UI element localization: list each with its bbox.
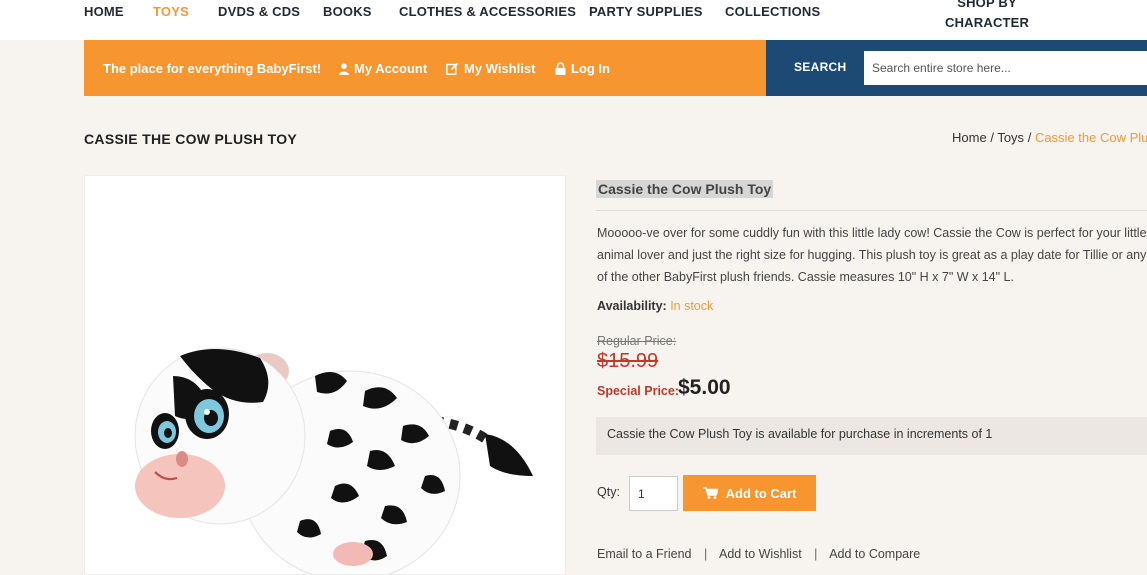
my-wishlist-link[interactable]: My Wishlist: [446, 61, 535, 76]
action-separator: |: [814, 547, 818, 561]
user-icon: [339, 62, 349, 75]
add-to-cart-label: Add to Cart: [725, 485, 797, 501]
page-title: CASSIE THE COW PLUSH TOY: [84, 131, 298, 147]
breadcrumb-current: Cassie the Cow Plush Toy: [1034, 130, 1147, 145]
add-wishlist-link[interactable]: Add to Wishlist: [719, 547, 802, 561]
product-description: Mooooo-ve over for some cuddly fun with …: [597, 226, 1147, 284]
my-wishlist-label: My Wishlist: [464, 61, 536, 76]
my-account-link[interactable]: My Account: [339, 61, 427, 76]
add-to-cart-button[interactable]: Add to Cart: [683, 475, 816, 511]
product-name: Cassie the Cow Plush Toy: [596, 180, 774, 198]
nav-shop-by-line2: CHARACTER: [945, 15, 1030, 30]
special-price: $5.00: [678, 376, 731, 399]
regular-price: $15.99: [597, 350, 659, 372]
divider: [596, 210, 1147, 211]
nav-collections[interactable]: COLLECTIONS: [725, 4, 820, 19]
nav-clothes-accessories[interactable]: CLOTHES & ACCESSORIES: [399, 4, 576, 19]
log-in-link[interactable]: Log In: [555, 61, 610, 76]
cart-icon: [702, 487, 718, 499]
nav-books[interactable]: BOOKS: [323, 4, 372, 19]
breadcrumb-separator: /: [990, 130, 994, 145]
regular-price-label: Regular Price:: [597, 334, 677, 348]
search-label: SEARCH: [794, 60, 847, 74]
nav-toys[interactable]: TOYS: [153, 4, 189, 19]
product-image-frame[interactable]: [84, 175, 566, 575]
breadcrumb: Home / Toys / Cassie the Cow Plush Toy: [952, 130, 1147, 145]
log-in-label: Log In: [571, 61, 610, 76]
nav-dvds-cds[interactable]: DVDS & CDS: [218, 4, 300, 19]
breadcrumb-home[interactable]: Home: [952, 130, 987, 145]
special-price-label: Special Price:: [597, 384, 679, 398]
search-input[interactable]: [864, 51, 1147, 85]
qty-label: Qty:: [597, 485, 620, 499]
product-actions: Email to a Friend | Add to Wishlist | Ad…: [597, 547, 920, 561]
availability-label: Availability:: [597, 299, 667, 313]
email-friend-link[interactable]: Email to a Friend: [597, 547, 691, 561]
my-account-label: My Account: [354, 61, 428, 76]
increment-notice: Cassie the Cow Plush Toy is available fo…: [596, 417, 1147, 455]
nav-shop-by-line1: SHOP BY: [957, 0, 1017, 10]
lock-icon: [555, 62, 566, 75]
qty-input[interactable]: [629, 476, 678, 511]
edit-icon: [446, 62, 459, 75]
top-navigation: HOME TOYS DVDS & CDS BOOKS CLOTHES & ACC…: [0, 0, 1147, 40]
add-compare-link[interactable]: Add to Compare: [829, 547, 920, 561]
breadcrumb-separator: /: [1027, 130, 1032, 145]
nav-home[interactable]: HOME: [84, 4, 124, 19]
store-tagline: The place for everything BabyFirst!: [103, 61, 322, 76]
availability-value: In stock: [670, 299, 714, 313]
nav-shop-by-character[interactable]: SHOP BY CHARACTER: [945, 0, 1029, 33]
action-separator: |: [703, 547, 708, 561]
cow-plush-image: [134, 347, 533, 574]
nav-party-supplies[interactable]: PARTY SUPPLIES: [589, 4, 703, 19]
availability: Availability: In stock: [597, 299, 713, 313]
breadcrumb-toys[interactable]: Toys: [997, 130, 1024, 145]
